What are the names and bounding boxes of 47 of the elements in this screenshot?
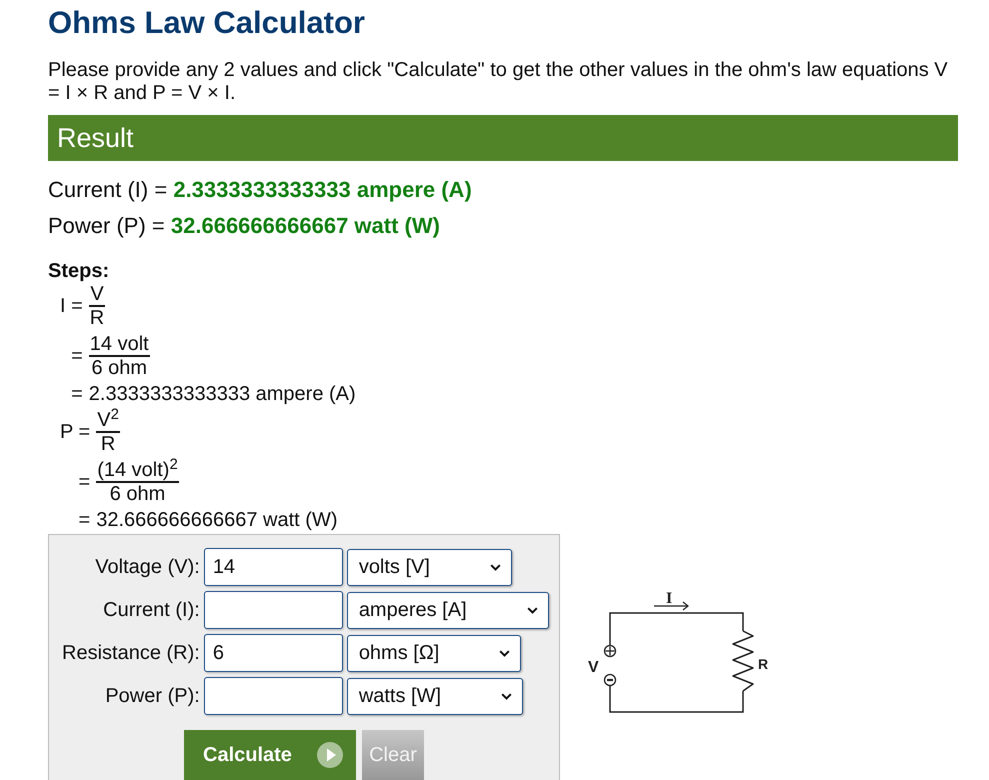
unit-select[interactable]: ohms [Ω] bbox=[346, 634, 522, 672]
field-label: Power (P): bbox=[105, 684, 200, 709]
resistance-label: R bbox=[758, 656, 768, 672]
fraction-denominator: R bbox=[88, 307, 106, 329]
field-label: Voltage (V): bbox=[95, 555, 200, 580]
unit-select[interactable]: watts [W] bbox=[346, 678, 524, 714]
equation-label: = bbox=[70, 345, 83, 367]
equation-label: = bbox=[78, 471, 90, 493]
intro-text: Please provide any 2 values and click "Calculate" to get the other values in the ohm's law equations V = I × R and P = V × I. bbox=[48, 59, 949, 105]
steps-heading: Steps: bbox=[48, 260, 110, 283]
fraction-denominator: 6 ohm bbox=[90, 357, 148, 379]
chevron-down-icon bbox=[490, 564, 501, 570]
equation-label: P = bbox=[60, 421, 90, 443]
play-circle-icon bbox=[316, 742, 343, 768]
fraction-numerator: (14 volt)$^{2}$ bbox=[96, 459, 179, 481]
step-result: 32.666666666667 watt (W) bbox=[96, 509, 338, 531]
value-input[interactable]: 14 bbox=[204, 548, 343, 586]
result-header: Result bbox=[48, 115, 958, 161]
chevron-down-icon bbox=[526, 606, 538, 614]
fraction-denominator: R bbox=[100, 433, 116, 455]
fraction-numerator: V bbox=[89, 283, 105, 305]
voltage-label: V bbox=[588, 659, 599, 676]
fraction-numerator: 14 volt bbox=[88, 333, 150, 355]
value-input[interactable] bbox=[204, 591, 343, 629]
step-result: 2.3333333333333 ampere (A) bbox=[88, 383, 356, 405]
unit-select[interactable]: volts [V] bbox=[346, 548, 512, 586]
chevron-down-icon bbox=[501, 692, 512, 700]
unit-select[interactable]: amperes [A] bbox=[346, 592, 549, 628]
value-input[interactable]: 6 bbox=[204, 634, 343, 672]
calculate-button[interactable]: Calculate bbox=[184, 730, 356, 780]
fraction-numerator: V$^{2}$ bbox=[96, 409, 120, 431]
result-line: Current (I) = 2.3333333333333 ampere (A) bbox=[48, 176, 472, 204]
equation-label: = bbox=[78, 509, 90, 531]
equation-label: I = bbox=[60, 295, 83, 317]
value-input[interactable] bbox=[204, 677, 343, 715]
current-label: I bbox=[666, 590, 672, 607]
current-arrow bbox=[654, 602, 689, 610]
resistor-symbol bbox=[732, 630, 754, 692]
field-label: Resistance (R): bbox=[62, 641, 200, 666]
equation-label: = bbox=[70, 383, 83, 405]
field-label: Current (I): bbox=[103, 598, 200, 623]
negative-terminal-icon bbox=[604, 674, 616, 686]
fraction-denominator: 6 ohm bbox=[108, 483, 166, 505]
chevron-down-icon bbox=[499, 650, 510, 656]
result-line: Power (P) = 32.666666666667 watt (W) bbox=[48, 212, 440, 240]
positive-terminal-icon bbox=[604, 644, 616, 658]
page-title: Ohms Law Calculator bbox=[48, 4, 365, 42]
